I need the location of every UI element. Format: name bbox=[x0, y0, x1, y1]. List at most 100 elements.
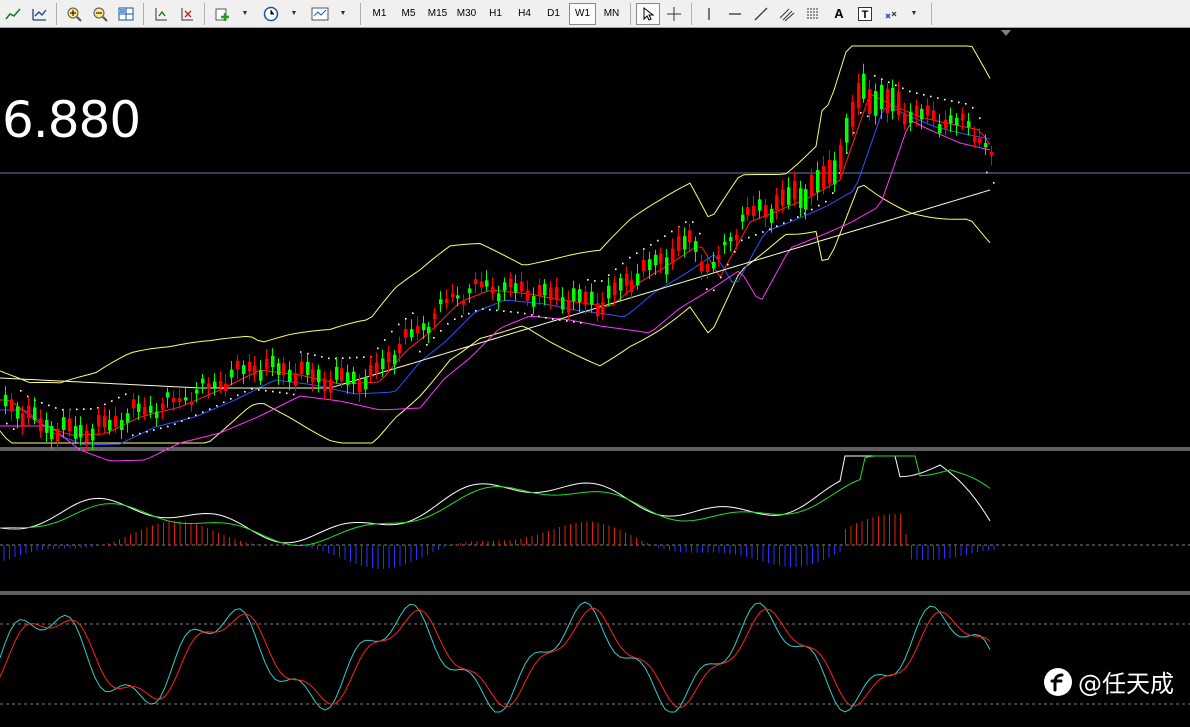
sar-dot bbox=[608, 274, 610, 276]
candle-body bbox=[108, 419, 112, 431]
timeframe-h1-button[interactable]: H1 bbox=[482, 3, 509, 25]
candle-body bbox=[236, 360, 240, 370]
zoom-in-icon[interactable] bbox=[62, 3, 86, 25]
timeframe-m30-button[interactable]: M30 bbox=[453, 3, 480, 25]
timeframe-mn-button[interactable]: MN bbox=[598, 3, 625, 25]
sar-dot bbox=[237, 394, 239, 397]
candle-body bbox=[700, 261, 704, 272]
candle-body bbox=[793, 180, 797, 200]
indicators-add-icon[interactable] bbox=[210, 3, 234, 25]
candle-body bbox=[242, 365, 246, 375]
candle-body bbox=[369, 365, 373, 377]
price-chart[interactable] bbox=[0, 28, 1190, 727]
candle-body bbox=[828, 159, 832, 184]
timeframe-d1-button[interactable]: D1 bbox=[540, 3, 567, 25]
timeframe-h4-button[interactable]: H4 bbox=[511, 3, 538, 25]
autoscroll-icon[interactable] bbox=[175, 3, 199, 25]
fibonacci-icon[interactable] bbox=[801, 3, 825, 25]
tile-windows-icon[interactable] bbox=[114, 3, 138, 25]
chevron-down-icon[interactable]: ▼ bbox=[282, 3, 306, 25]
trendline-icon[interactable] bbox=[749, 3, 773, 25]
sar-dot bbox=[972, 106, 974, 109]
sar-dot bbox=[769, 228, 771, 230]
candle-body bbox=[474, 279, 478, 285]
candle-body bbox=[543, 283, 547, 296]
candle-body bbox=[335, 366, 339, 380]
sar-dot bbox=[797, 216, 799, 218]
candle-body bbox=[468, 288, 472, 293]
sar-dot bbox=[916, 92, 918, 94]
timeframe-m5-button[interactable]: M5 bbox=[395, 3, 422, 25]
line-chart-icon[interactable] bbox=[1, 3, 25, 25]
sar-dot bbox=[923, 94, 925, 96]
sar-dot bbox=[531, 314, 533, 316]
text-label-tool-icon[interactable]: T bbox=[853, 3, 877, 25]
periodicity-clock-icon[interactable] bbox=[259, 3, 283, 25]
candle-body bbox=[456, 295, 460, 299]
sar-dot bbox=[188, 417, 190, 419]
candle-body bbox=[990, 152, 994, 156]
candle-body bbox=[74, 426, 78, 439]
chart-shift-icon[interactable] bbox=[149, 3, 173, 25]
sar-dot bbox=[419, 350, 421, 353]
candle-body bbox=[166, 392, 170, 398]
candle-body bbox=[480, 281, 484, 288]
candle-body bbox=[190, 401, 194, 405]
timeframe-w1-button[interactable]: W1 bbox=[569, 2, 596, 25]
sar-dot bbox=[398, 323, 400, 326]
candle-body bbox=[282, 362, 286, 375]
candle-body bbox=[978, 138, 982, 143]
equidistant-channel-icon[interactable] bbox=[775, 3, 799, 25]
chevron-down-icon[interactable]: ▼ bbox=[331, 3, 355, 25]
arrows-icon[interactable] bbox=[879, 3, 903, 25]
sar-dot bbox=[601, 280, 603, 282]
candle-body bbox=[926, 105, 930, 116]
zoom-out-icon[interactable] bbox=[88, 3, 112, 25]
sar-dot bbox=[699, 232, 701, 235]
candle-body bbox=[659, 253, 663, 264]
candle-body bbox=[195, 389, 199, 394]
crosshair-icon[interactable] bbox=[662, 3, 686, 25]
candle-body bbox=[323, 378, 327, 392]
sar-dot bbox=[391, 330, 393, 333]
candle-body bbox=[949, 115, 953, 124]
candle-body bbox=[387, 352, 391, 363]
horizontal-line-icon[interactable] bbox=[723, 3, 747, 25]
cursor-arrow-icon[interactable] bbox=[636, 2, 660, 25]
candle-body bbox=[143, 407, 147, 415]
candle-body bbox=[903, 112, 907, 125]
candle-body bbox=[839, 145, 843, 170]
timeframe-m15-button[interactable]: M15 bbox=[424, 3, 451, 25]
templates-icon[interactable] bbox=[308, 3, 332, 25]
sar-dot bbox=[615, 268, 617, 271]
sar-dot bbox=[55, 407, 57, 409]
toolbar: ▼ ▼ ▼ M1 M5 M15 M30 H1 H4 D1 W1 MN A T ▼ bbox=[0, 0, 1190, 28]
sar-dot bbox=[76, 408, 78, 411]
candle-body bbox=[874, 91, 878, 116]
candle-body bbox=[230, 369, 234, 378]
sar-dot bbox=[461, 315, 463, 318]
sar-dot bbox=[986, 171, 988, 174]
candle-body bbox=[85, 430, 89, 443]
candle-body bbox=[10, 399, 14, 412]
chevron-down-icon[interactable]: ▼ bbox=[233, 3, 257, 25]
candle-body bbox=[735, 234, 739, 241]
candle-body bbox=[306, 362, 310, 375]
candle-body bbox=[91, 428, 95, 441]
candle-body bbox=[688, 230, 692, 243]
candle-body bbox=[422, 323, 426, 331]
vertical-line-icon[interactable] bbox=[697, 3, 721, 25]
candle-body bbox=[891, 87, 895, 112]
timeframe-m1-button[interactable]: M1 bbox=[366, 3, 393, 25]
candle-body bbox=[590, 291, 594, 305]
text-tool-icon[interactable]: A bbox=[827, 3, 851, 25]
sar-dot bbox=[622, 262, 624, 265]
sar-dot bbox=[13, 428, 15, 430]
area-chart-icon[interactable] bbox=[27, 3, 51, 25]
sar-dot bbox=[930, 95, 932, 98]
candle-body bbox=[132, 399, 136, 409]
sar-dot bbox=[111, 400, 113, 402]
candle-body bbox=[717, 254, 721, 260]
chevron-down-icon[interactable]: ▼ bbox=[902, 3, 926, 25]
candle-body bbox=[50, 426, 54, 440]
